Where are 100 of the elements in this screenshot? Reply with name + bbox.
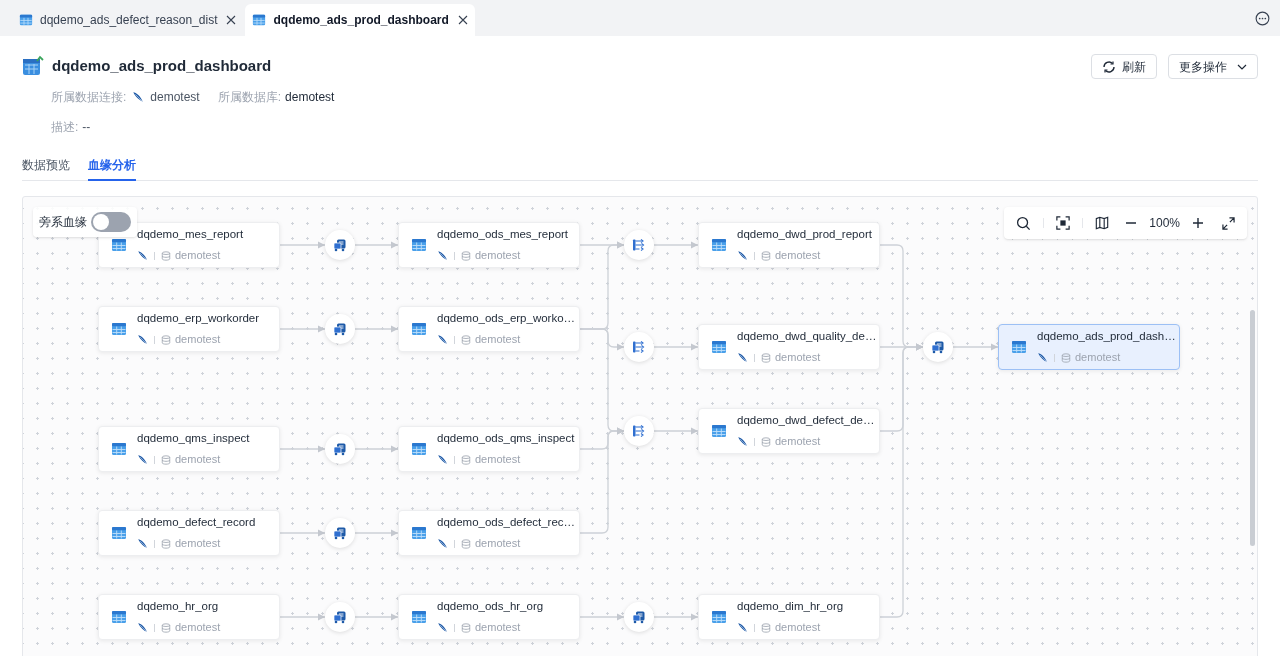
connection-icon [1037, 352, 1048, 364]
task-node[interactable] [325, 314, 355, 344]
connection-icon [137, 334, 148, 346]
database-name: demotest [475, 248, 521, 264]
zoom-in-icon[interactable] [1192, 217, 1204, 229]
sync-task-icon [333, 610, 347, 624]
sync-task-icon [931, 340, 945, 354]
table-node[interactable]: dqdemo_defect_record demotest [98, 510, 280, 556]
view-tab[interactable]: 数据预览 [22, 156, 70, 181]
scrollbar-thumb[interactable] [1250, 310, 1255, 546]
database-name: demotest [1075, 350, 1121, 366]
table-node[interactable]: dqdemo_erp_workorder demotest [98, 306, 280, 352]
edge-line [952, 343, 999, 351]
table-icon [111, 441, 127, 457]
database-name: demotest [775, 248, 821, 264]
database-icon [461, 334, 471, 345]
database-icon [1061, 352, 1071, 363]
database-icon [761, 436, 771, 447]
task-node[interactable] [624, 416, 654, 446]
edge-line [354, 325, 399, 333]
database-icon [761, 622, 771, 633]
field-label: 所属数据库: [217, 89, 282, 106]
view-tab[interactable]: 血缘分析 [88, 156, 136, 181]
connection-icon [737, 436, 748, 448]
table-icon [411, 609, 427, 625]
edge-line [653, 427, 699, 435]
connection-icon [437, 538, 448, 550]
tab-label: dqdemo_ads_defect_reason_dist [40, 12, 218, 29]
database-name: demotest [775, 620, 821, 636]
more-actions-button[interactable]: 更多操作 [1168, 54, 1258, 79]
sync-task-icon [333, 526, 347, 540]
close-icon[interactable] [226, 15, 237, 25]
node-title: dqdemo_dwd_prod_report [737, 227, 871, 243]
table-icon [111, 321, 127, 337]
edge-line [653, 241, 699, 249]
connection-icon [737, 352, 748, 364]
table-node[interactable]: dqdemo_qms_inspect demotest [98, 426, 280, 472]
database-icon [461, 622, 471, 633]
refresh-icon [1102, 59, 1116, 74]
edge-line [653, 613, 699, 621]
table-node[interactable]: dqdemo_hr_org demotest [98, 594, 280, 640]
table-node[interactable]: dqdemo_dim_hr_org demotest [698, 594, 880, 640]
file-tab[interactable]: dqdemo_ads_prod_dashboard [245, 4, 475, 36]
task-node[interactable] [325, 602, 355, 632]
field-label: 所属数据连接: [51, 89, 127, 106]
task-node[interactable] [624, 230, 654, 260]
edge-line [354, 241, 399, 249]
connection-icon [137, 538, 148, 550]
database-icon [761, 352, 771, 363]
more-icon[interactable] [1255, 11, 1270, 26]
table-node[interactable]: dqdemo_mes_report demotest [98, 222, 280, 268]
fit-view-icon[interactable] [1056, 216, 1071, 230]
task-node[interactable] [325, 230, 355, 260]
toggle-label: 旁系血缘 [39, 214, 87, 231]
search-icon[interactable] [1016, 215, 1032, 231]
database-icon [461, 454, 471, 465]
table-node[interactable]: dqdemo_dwd_defect_de… demotest [698, 408, 880, 454]
table-node[interactable]: dqdemo_ods_erp_worko… demotest [398, 306, 580, 352]
table-icon [711, 423, 727, 439]
map-icon[interactable] [1095, 216, 1110, 230]
table-icon [252, 13, 267, 27]
connection-icon [132, 91, 145, 103]
page-title: dqdemo_ads_prod_dashboard [52, 56, 272, 76]
table-node[interactable]: dqdemo_ods_defect_rec… demotest [398, 510, 580, 556]
table-node[interactable]: dqdemo_ods_hr_org demotest [398, 594, 580, 640]
connection-icon [437, 454, 448, 466]
table-icon [711, 609, 727, 625]
table-icon [22, 55, 44, 78]
table-icon [111, 609, 127, 625]
node-title: dqdemo_dwd_defect_de… [737, 413, 871, 429]
connection-icon [737, 622, 748, 634]
database-name: demotest [475, 452, 521, 468]
table-icon [111, 237, 127, 253]
file-tab[interactable]: dqdemo_ads_defect_reason_dist [12, 4, 244, 36]
refresh-button[interactable]: 刷新 [1091, 54, 1157, 79]
table-icon [1011, 339, 1027, 355]
node-title: dqdemo_qms_inspect [137, 431, 250, 447]
table-icon [411, 525, 427, 541]
fullscreen-icon[interactable] [1222, 216, 1235, 230]
side-lineage-switch[interactable] [91, 212, 131, 232]
database-icon [161, 622, 171, 633]
table-node[interactable]: dqdemo_ods_qms_inspect demotest [398, 426, 580, 472]
database-name: demotest [175, 248, 221, 264]
task-node[interactable] [624, 602, 654, 632]
connection-icon [137, 622, 148, 634]
table-node[interactable]: dqdemo_dwd_quality_de… demotest [698, 324, 880, 370]
table-node[interactable]: dqdemo_ods_mes_report demotest [398, 222, 580, 268]
edge-line [279, 529, 326, 537]
table-node[interactable]: dqdemo_dwd_prod_report demotest [698, 222, 880, 268]
database-name: demotest [475, 536, 521, 552]
connection-icon [737, 250, 748, 262]
close-icon[interactable] [457, 15, 468, 25]
task-node[interactable] [624, 332, 654, 362]
node-title: dqdemo_hr_org [137, 599, 220, 615]
edge-line [354, 445, 399, 453]
task-node[interactable] [325, 518, 355, 548]
task-node[interactable] [923, 332, 953, 362]
task-node[interactable] [325, 434, 355, 464]
table-icon [411, 237, 427, 253]
table-node[interactable]: dqdemo_ads_prod_dash… demotest [998, 324, 1180, 370]
